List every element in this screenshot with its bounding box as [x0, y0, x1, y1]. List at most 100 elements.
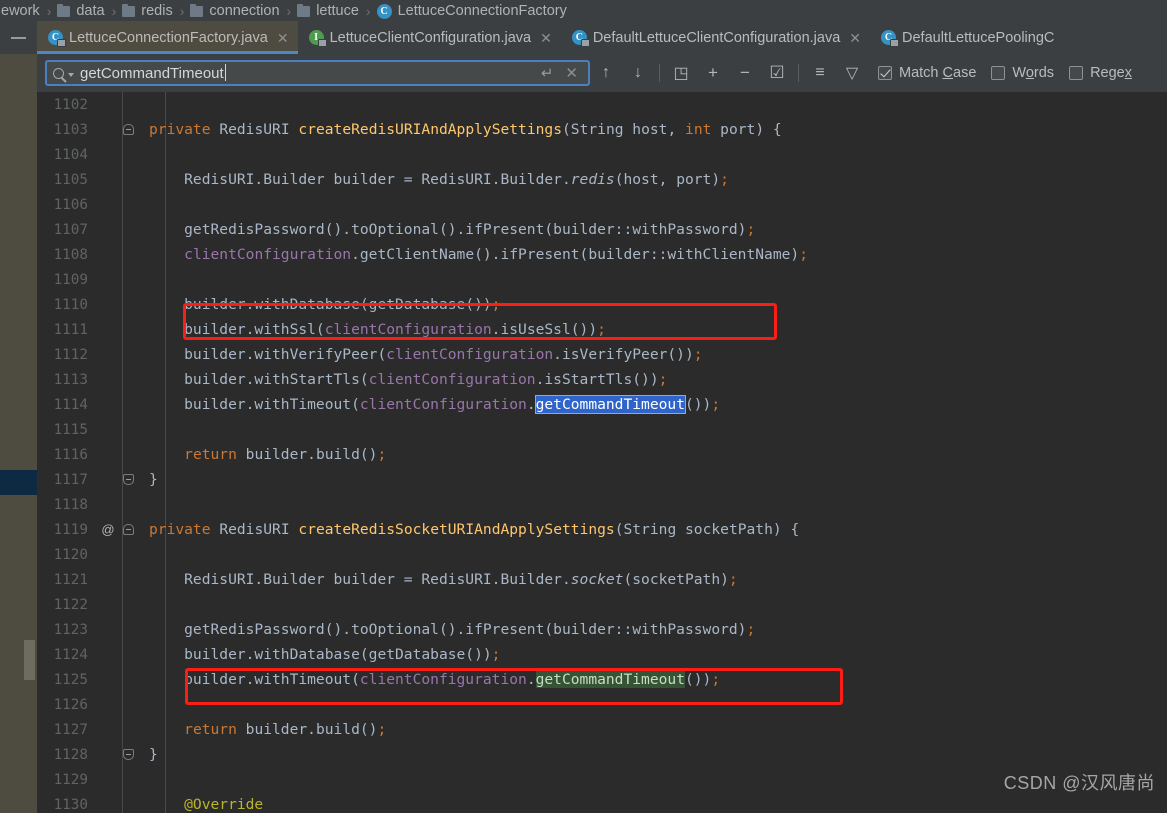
- code-line[interactable]: 1127 return builder.build();: [37, 717, 1167, 742]
- code-token: builder.withDatabase(getDatabase()): [149, 296, 492, 313]
- fold-gutter-cell: [119, 474, 137, 485]
- select-all-occurrences-button[interactable]: ☑: [761, 58, 793, 88]
- code-line[interactable]: 1125 builder.withTimeout(clientConfigura…: [37, 667, 1167, 692]
- search-input[interactable]: getCommandTimeout: [80, 63, 533, 82]
- checkbox-unchecked-icon[interactable]: [991, 66, 1006, 80]
- code-line[interactable]: 1114 builder.withTimeout(clientConfigura…: [37, 392, 1167, 417]
- code-line[interactable]: 1123 getRedisPassword().toOptional().ifP…: [37, 617, 1167, 642]
- line-number: 1113: [53, 371, 88, 388]
- code-line[interactable]: 1120: [37, 542, 1167, 567]
- code-token: @Override: [149, 796, 264, 813]
- java-class-icon: C: [48, 30, 66, 47]
- line-number: 1103: [53, 121, 88, 138]
- breadcrumb-separator: ›: [111, 2, 117, 19]
- editor-tabs: C LettuceConnectionFactory.java ✕ I LettuceC…: [37, 21, 1167, 54]
- code-fold-toggle-icon[interactable]: [122, 749, 134, 760]
- line-number: 1102: [53, 96, 88, 113]
- match-case-checkbox[interactable]: Match Case: [878, 65, 976, 81]
- regex-checkbox[interactable]: Regex: [1069, 65, 1132, 81]
- hide-tool-window-button[interactable]: [0, 21, 37, 54]
- editor-tab-label: LettuceClientConfiguration.java: [329, 29, 532, 46]
- close-icon[interactable]: ✕: [540, 31, 552, 45]
- watermark: CSDN @汉风唐尚: [1003, 773, 1155, 793]
- code-line[interactable]: 1112 builder.withVerifyPeer(clientConfig…: [37, 342, 1167, 367]
- breadcrumb-item-lettuce[interactable]: lettuce: [297, 3, 360, 19]
- code-token: (socketPath): [623, 571, 729, 588]
- close-icon[interactable]: ✕: [277, 31, 289, 45]
- java-class-icon: C: [571, 30, 590, 47]
- code-token: .: [526, 396, 536, 413]
- code-token: builder.withStartTls(: [149, 371, 369, 388]
- class-icon: C: [376, 4, 392, 19]
- breadcrumb-item-redis[interactable]: redis: [122, 3, 173, 19]
- code-token: createRedisURIAndApplySettings: [298, 121, 562, 138]
- clear-search-icon[interactable]: ✕: [561, 64, 582, 82]
- code-line[interactable]: 1105 RedisURI.Builder builder = RedisURI…: [37, 167, 1167, 192]
- checkbox-checked-icon[interactable]: [878, 66, 892, 80]
- code-line[interactable]: 1109: [37, 267, 1167, 292]
- code-fold-toggle-icon[interactable]: [122, 124, 134, 135]
- code-line[interactable]: 1110 builder.withDatabase(getDatabase())…: [37, 292, 1167, 317]
- breadcrumb-item-lettuceconnectionfactory[interactable]: C LettuceConnectionFactory: [376, 3, 568, 19]
- filter-button[interactable]: ▽: [836, 58, 868, 88]
- code-line[interactable]: 1122: [37, 592, 1167, 617]
- find-previous-button[interactable]: ↑: [590, 58, 622, 88]
- code-line[interactable]: 1104: [37, 142, 1167, 167]
- code-line[interactable]: 1126: [37, 692, 1167, 717]
- code-token: .isUseSsl()): [491, 321, 598, 338]
- code-token: ;: [799, 246, 808, 263]
- code-token: builder.build(): [236, 446, 378, 463]
- breadcrumb-item-connection[interactable]: connection: [190, 3, 280, 19]
- code-text: builder.withTimeout(clientConfiguration.…: [137, 671, 1167, 688]
- code-line[interactable]: 1108 clientConfiguration.getClientName()…: [37, 242, 1167, 267]
- find-next-button[interactable]: ↓: [622, 58, 654, 88]
- editor-tab-defaultlettucepoolingc[interactable]: C DefaultLettucePoolingC: [870, 21, 1064, 54]
- close-icon[interactable]: ✕: [849, 31, 861, 45]
- code-line[interactable]: 1128}: [37, 742, 1167, 767]
- code-fold-toggle-icon[interactable]: [122, 474, 134, 485]
- words-checkbox[interactable]: Words: [991, 65, 1054, 81]
- code-line[interactable]: 1119 @ private RedisURI createRedisSocketU…: [37, 517, 1167, 542]
- fold-gutter-cell: [119, 749, 137, 760]
- code-line[interactable]: 1130 @Override: [37, 792, 1167, 813]
- code-line[interactable]: 1124 builder.withDatabase(getDatabase())…: [37, 642, 1167, 667]
- line-number: 1123: [53, 621, 88, 638]
- code-line[interactable]: 1115: [37, 417, 1167, 442]
- remove-selection-button[interactable]: −: [729, 58, 761, 88]
- editor-tab-lettuceclientconfiguration[interactable]: I LettuceClientConfiguration.java ✕: [297, 21, 561, 54]
- code-line[interactable]: 1117}: [37, 467, 1167, 492]
- code-content-pane[interactable]: 1102 1103 private RedisURI createRedisURIA…: [37, 92, 1167, 813]
- search-history-icon[interactable]: ↵: [533, 64, 562, 82]
- code-line[interactable]: 1113 builder.withStartTls(clientConfigur…: [37, 367, 1167, 392]
- checkbox-unchecked-icon[interactable]: [1069, 66, 1084, 80]
- current-search-match: getCommandTimeout: [534, 395, 686, 414]
- add-selection-button[interactable]: +: [697, 58, 729, 88]
- code-line[interactable]: 1107 getRedisPassword().toOptional().ifP…: [37, 217, 1167, 242]
- code-token: .getClientName().ifPresent(builder::with…: [351, 246, 800, 263]
- code-line[interactable]: 1121 RedisURI.Builder builder = RedisURI…: [37, 567, 1167, 592]
- line-number: 1112: [53, 346, 88, 363]
- breadcrumb-item-ework[interactable]: ework: [0, 3, 41, 19]
- editor-tab-defaultlettuceclientconfiguration[interactable]: C DefaultLettuceClientConfiguration.java ✕: [560, 21, 871, 54]
- code-line[interactable]: 1111 builder.withSsl(clientConfiguration…: [37, 317, 1167, 342]
- override-annotation-gutter-marker[interactable]: @: [97, 522, 119, 537]
- search-in-selection-button[interactable]: ≡: [804, 58, 836, 88]
- open-in-find-window-button[interactable]: ◳: [665, 58, 697, 88]
- breadcrumb-item-data[interactable]: data: [57, 3, 105, 19]
- code-line[interactable]: 1118: [37, 492, 1167, 517]
- vertical-scrollbar-thumb[interactable]: [24, 640, 35, 680]
- editor-left-gutter-strip[interactable]: [0, 92, 37, 813]
- code-line[interactable]: 1106: [37, 192, 1167, 217]
- code-line[interactable]: 1116 return builder.build();: [37, 442, 1167, 467]
- search-field[interactable]: getCommandTimeout ↵ ✕: [45, 60, 590, 86]
- editor-tab-lettuceconnectionfactory[interactable]: C LettuceConnectionFactory.java ✕: [37, 21, 298, 54]
- code-line[interactable]: 1102: [37, 92, 1167, 117]
- code-line[interactable]: 1103 private RedisURI createRedisURIAndAp…: [37, 117, 1167, 142]
- code-fold-toggle-icon[interactable]: [122, 524, 134, 535]
- code-line[interactable]: 1129: [37, 767, 1167, 792]
- chevron-down-icon[interactable]: [68, 73, 74, 77]
- code-editor: 1102 1103 private RedisURI createRedisURIA…: [0, 92, 1167, 813]
